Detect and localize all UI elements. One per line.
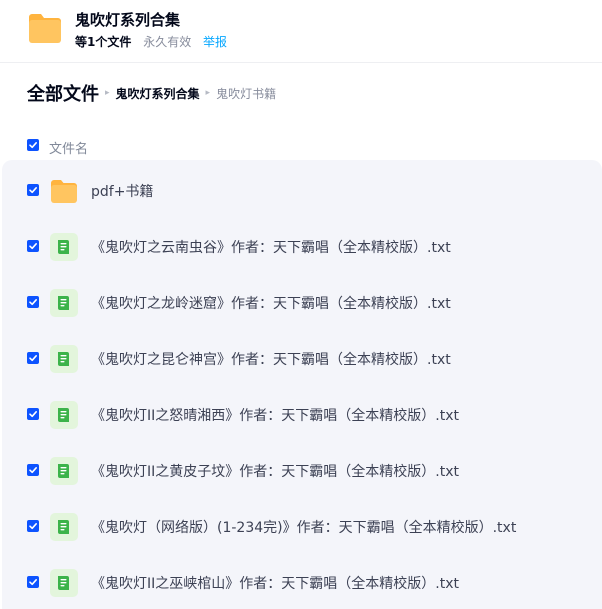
text-file-icon bbox=[50, 569, 78, 597]
check-icon bbox=[29, 299, 37, 306]
text-file-icon bbox=[50, 289, 78, 317]
file-name[interactable]: 《鬼吹灯II之巫峡棺山》作者：天下霸唱（全本精校版）.txt bbox=[91, 573, 459, 593]
file-row[interactable]: 《鬼吹灯II之巫峡棺山》作者：天下霸唱（全本精校版）.txt bbox=[2, 554, 602, 609]
check-icon bbox=[29, 187, 37, 194]
file-row-checkbox[interactable] bbox=[27, 296, 39, 308]
file-name[interactable]: 《鬼吹灯之昆仑神宫》作者：天下霸唱（全本精校版）.txt bbox=[91, 349, 451, 369]
file-name[interactable]: 《鬼吹灯之龙岭迷窟》作者：天下霸唱（全本精校版）.txt bbox=[91, 293, 451, 313]
text-file-icon bbox=[50, 345, 78, 373]
file-name[interactable]: 《鬼吹灯（网络版）(1-234完)》作者：天下霸唱（全本精校版）.txt bbox=[91, 517, 516, 537]
select-all-checkbox[interactable] bbox=[27, 139, 39, 151]
validity-text: 永久有效 bbox=[143, 35, 192, 49]
file-row-checkbox[interactable] bbox=[27, 184, 39, 196]
check-icon bbox=[29, 579, 37, 586]
breadcrumb-parent[interactable]: 鬼吹灯系列合集 bbox=[116, 85, 200, 102]
file-row-checkbox[interactable] bbox=[27, 408, 39, 420]
file-row[interactable]: 《鬼吹灯之云南虫谷》作者：天下霸唱（全本精校版）.txt bbox=[2, 218, 602, 274]
share-meta: 等1个文件 永久有效 举报 bbox=[75, 33, 227, 50]
file-row[interactable]: 《鬼吹灯之昆仑神宫》作者：天下霸唱（全本精校版）.txt bbox=[2, 330, 602, 386]
check-icon bbox=[29, 411, 37, 418]
share-header: 鬼吹灯系列合集 等1个文件 永久有效 举报 bbox=[0, 0, 602, 63]
file-count: 等1个文件 bbox=[75, 35, 132, 49]
share-title: 鬼吹灯系列合集 bbox=[75, 11, 181, 29]
file-list-header: 文件名 bbox=[0, 132, 602, 160]
text-file-icon bbox=[50, 457, 78, 485]
folder-icon bbox=[29, 14, 61, 43]
file-row[interactable]: 《鬼吹灯（网络版）(1-234完)》作者：天下霸唱（全本精校版）.txt bbox=[2, 498, 602, 554]
breadcrumb-current: 鬼吹灯书籍 bbox=[216, 86, 277, 101]
breadcrumb-root[interactable]: 全部文件 bbox=[27, 80, 99, 106]
file-name[interactable]: 《鬼吹灯之云南虫谷》作者：天下霸唱（全本精校版）.txt bbox=[91, 237, 451, 257]
check-icon bbox=[29, 523, 37, 530]
file-name[interactable]: pdf+书籍 bbox=[91, 181, 153, 201]
file-row[interactable]: 《鬼吹灯II之黄皮子坟》作者：天下霸唱（全本精校版）.txt bbox=[2, 442, 602, 498]
file-row-checkbox[interactable] bbox=[27, 576, 39, 588]
check-icon bbox=[29, 142, 37, 149]
breadcrumb-separator-icon: ▸ bbox=[105, 88, 110, 98]
report-link[interactable]: 举报 bbox=[203, 35, 227, 49]
file-name[interactable]: 《鬼吹灯II之怒晴湘西》作者：天下霸唱（全本精校版）.txt bbox=[91, 405, 459, 425]
text-file-icon bbox=[50, 401, 78, 429]
file-row[interactable]: 《鬼吹灯II之怒晴湘西》作者：天下霸唱（全本精校版）.txt bbox=[2, 386, 602, 442]
check-icon bbox=[29, 467, 37, 474]
text-file-icon bbox=[50, 513, 78, 541]
breadcrumb-separator-icon: ▸ bbox=[205, 88, 211, 98]
check-icon bbox=[29, 243, 37, 250]
file-row-checkbox[interactable] bbox=[27, 520, 39, 532]
file-row-checkbox[interactable] bbox=[27, 464, 39, 476]
check-icon bbox=[29, 355, 37, 362]
breadcrumb: 全部文件 ▸ 鬼吹灯系列合集 ▸ 鬼吹灯书籍 bbox=[27, 80, 276, 106]
file-name[interactable]: 《鬼吹灯II之黄皮子坟》作者：天下霸唱（全本精校版）.txt bbox=[91, 461, 459, 481]
file-row-checkbox[interactable] bbox=[27, 352, 39, 364]
text-file-icon bbox=[50, 233, 78, 261]
share-page: 鬼吹灯系列合集 等1个文件 永久有效 举报 全部文件 ▸ 鬼吹灯系列合集 ▸ 鬼… bbox=[0, 0, 602, 609]
file-row[interactable]: 《鬼吹灯之龙岭迷窟》作者：天下霸唱（全本精校版）.txt bbox=[2, 274, 602, 330]
file-row-checkbox[interactable] bbox=[27, 240, 39, 252]
file-list: pdf+书籍《鬼吹灯之云南虫谷》作者：天下霸唱（全本精校版）.txt 《鬼吹灯之龙… bbox=[2, 160, 602, 609]
folder-icon bbox=[51, 180, 77, 203]
column-header-filename[interactable]: 文件名 bbox=[49, 138, 88, 157]
file-row[interactable]: pdf+书籍 bbox=[2, 162, 602, 218]
